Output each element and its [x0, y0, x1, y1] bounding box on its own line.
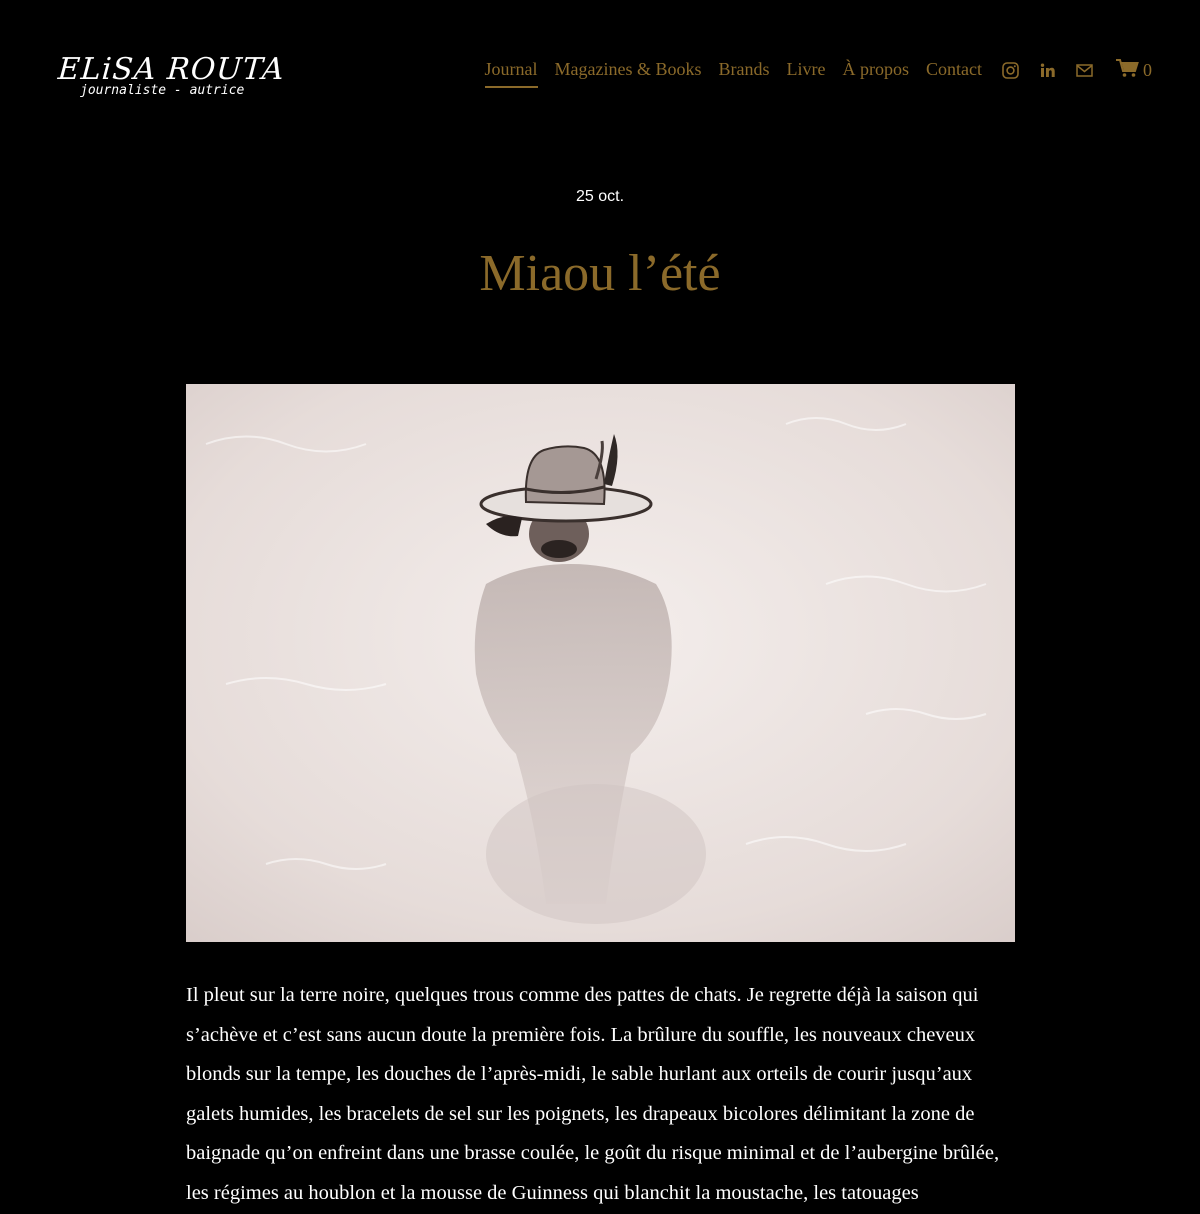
- post-date: 25 oct.: [575, 188, 625, 205]
- nav-magazines-books[interactable]: Magazines & Books: [555, 59, 702, 88]
- post-photo: [186, 384, 1015, 942]
- post-title: Miaou l’été: [479, 245, 721, 302]
- logo-name: ELiSA ROUTA: [56, 52, 286, 87]
- site-logo[interactable]: ELiSA ROUTA journaliste - autrice: [57, 52, 286, 104]
- post-body: Il pleut sur la terre noire, quelques tr…: [186, 984, 1000, 1204]
- nav-brands[interactable]: Brands: [719, 59, 770, 88]
- site-header: ELiSA ROUTA journaliste - autrice Journa…: [0, 0, 1200, 140]
- logo-tagline: journaliste - autrice: [80, 83, 245, 98]
- linkedin-icon[interactable]: [1038, 62, 1056, 80]
- nav-a-propos[interactable]: À propos: [843, 59, 910, 88]
- nav-journal[interactable]: Journal: [484, 59, 538, 88]
- instagram-icon[interactable]: [1001, 62, 1019, 80]
- email-icon[interactable]: [1075, 62, 1093, 80]
- cart-icon: [1115, 58, 1139, 83]
- nav-contact[interactable]: Contact: [926, 59, 982, 88]
- nav-livre[interactable]: Livre: [787, 59, 826, 88]
- main-nav: Journal Magazines & Books Brands Livre À…: [468, 58, 1152, 89]
- cart-count: 0: [1143, 60, 1152, 80]
- cart-button[interactable]: 0: [1115, 58, 1152, 83]
